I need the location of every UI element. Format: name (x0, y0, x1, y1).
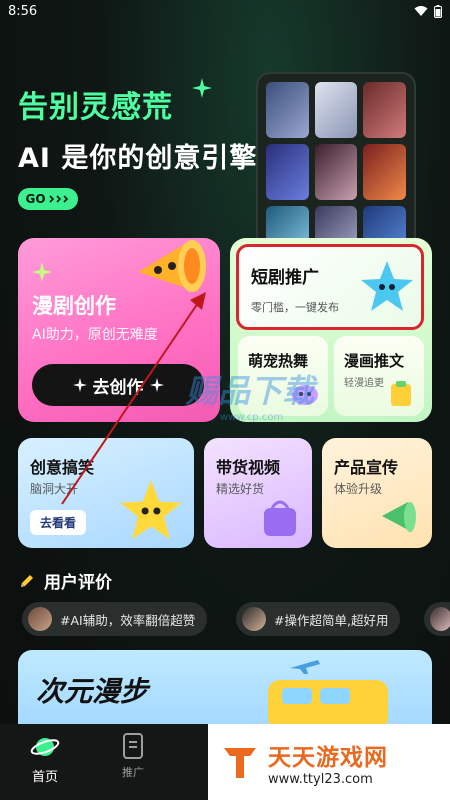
drama-promo-title: 短剧推广 (251, 268, 319, 288)
funny-tile[interactable]: 创意搞笑 脑洞大开 去看看 (18, 438, 194, 548)
planet-icon (30, 738, 60, 756)
review-chips: #AI辅助，效率翻倍超赞 #操作超简单,超好用 (22, 602, 450, 638)
banner-title: 次元漫步 (36, 675, 149, 708)
funny-tile-desc: 脑洞大开 (30, 482, 79, 496)
sales-video-title: 带货视频 (216, 458, 281, 477)
gallery-thumb (363, 82, 406, 138)
gallery-thumb (314, 144, 358, 200)
nav-promo-label: 推广 (122, 766, 144, 779)
site-logo-icon (224, 748, 256, 778)
drama-promo-card[interactable]: 短剧推广 零门槛，一键发布 (236, 244, 424, 330)
go-label: GO (25, 192, 46, 206)
product-promo-title: 产品宣传 (334, 458, 399, 477)
site-brand: 天天游戏网 (268, 744, 388, 771)
megaphone-icon (382, 502, 416, 532)
app-screen: 8:56 告别灵感荒 AI 是你的创意引擎 GO 漫剧创作 AI助力，原创无难度… (0, 0, 450, 800)
comic-post-title: 漫画推文 (344, 352, 405, 370)
status-icons (414, 4, 442, 18)
gallery-thumb (266, 82, 309, 138)
review-chip[interactable]: #操作超简单,超好用 (236, 602, 401, 636)
wifi-icon (414, 6, 428, 16)
review-chip[interactable]: #AI辅助，效率翻倍超赞 (22, 602, 208, 636)
avatar (430, 607, 450, 631)
go-create-label: 去创作 (92, 377, 144, 398)
megaphone-mascot-icon (138, 240, 206, 292)
small-sparkle-icon (32, 262, 52, 282)
funny-tile-title: 创意搞笑 (30, 458, 95, 477)
reviews-heading: 用户评价 (18, 568, 112, 593)
sales-video-desc: 精选好货 (216, 482, 265, 496)
nav-item-promo[interactable]: 推广 (88, 732, 178, 780)
clipboard-icon (391, 381, 411, 406)
hero-title: 告别灵感荒 (18, 90, 173, 125)
gallery-thumb (363, 144, 406, 200)
star-mascot-icon (361, 261, 413, 311)
battery-icon (434, 4, 442, 18)
chevrons-right-icon (48, 195, 68, 203)
nav-home-label: 首页 (31, 770, 58, 785)
site-url: www.ttyl23.com (268, 771, 373, 787)
go-create-button[interactable]: 去创作 (32, 364, 204, 406)
review-chip[interactable] (424, 602, 450, 636)
sales-video-tile[interactable]: 带货视频 精选好货 (204, 438, 312, 548)
watermark-overlay-text: 赐品下载 (186, 372, 315, 410)
site-watermark-text: 天天游戏网 www.ttyl23.com (268, 738, 388, 787)
review-chip-text: #操作超简单,超好用 (274, 612, 389, 628)
sparkle-icon (192, 78, 212, 98)
sparkle-icon (72, 378, 87, 392)
document-icon (123, 733, 143, 759)
go-button[interactable]: GO (18, 188, 78, 210)
review-chip-text: #AI辅助，效率翻倍超赞 (60, 612, 196, 628)
shopping-bag-icon (264, 500, 296, 536)
avatar (242, 607, 266, 631)
watermark-overlay-url: www.cp.com (220, 412, 284, 423)
drama-promo-desc: 零门槛，一键发布 (251, 301, 339, 314)
see-more-button[interactable]: 去看看 (30, 510, 87, 535)
site-watermark: 天天游戏网 www.ttyl23.com (208, 724, 450, 800)
plane-icon (290, 660, 320, 674)
pencil-icon (21, 574, 33, 587)
create-card-title: 漫剧创作 (32, 294, 116, 318)
gallery-thumb (314, 82, 358, 138)
anime-gallery (256, 72, 416, 252)
status-time: 8:56 (8, 3, 38, 19)
create-card-desc: AI助力，原创无难度 (32, 327, 158, 343)
gallery-thumb (266, 144, 309, 200)
nav-item-home[interactable]: 首页 (0, 732, 90, 785)
comic-post-card[interactable]: 漫画推文 轻漫追更 (334, 336, 424, 416)
status-bar: 8:56 (0, 0, 450, 22)
sparkle-icon (149, 378, 164, 392)
hero-subtitle: AI 是你的创意引擎 (18, 143, 258, 174)
product-promo-tile[interactable]: 产品宣传 体验升级 (322, 438, 432, 548)
star-character-icon (120, 480, 182, 540)
product-promo-desc: 体验升级 (334, 482, 383, 496)
watermark-overlay: 赐品下载 www.cp.com (186, 366, 314, 423)
reviews-title: 用户评价 (44, 573, 112, 593)
avatar (28, 607, 52, 631)
comic-post-desc: 轻漫追更 (344, 378, 384, 389)
